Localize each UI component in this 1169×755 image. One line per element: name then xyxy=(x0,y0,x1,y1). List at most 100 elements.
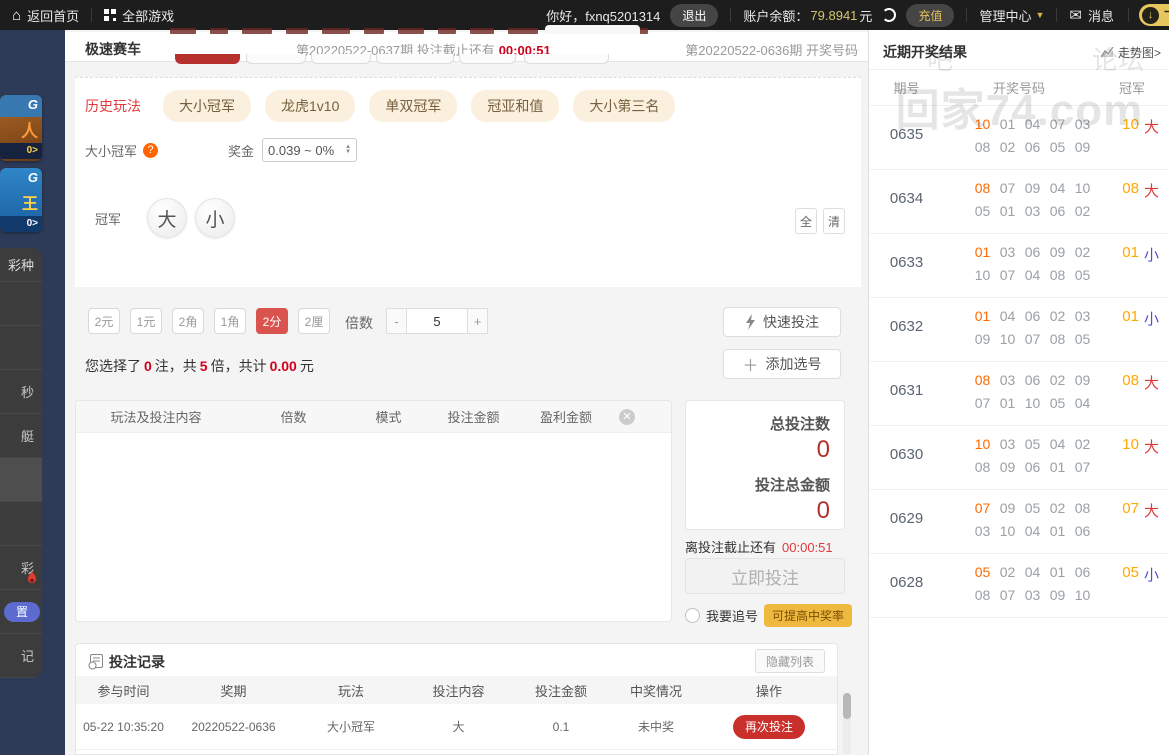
trend-chart-icon xyxy=(1100,47,1114,58)
hide-list-button[interactable]: 隐藏列表 xyxy=(754,649,825,673)
result-numbers-line1: 10 01 04 07 03 xyxy=(974,116,1091,132)
add-numbers-button[interactable]: ＋ 添加选号 xyxy=(723,349,841,379)
recharge-button[interactable]: 充值 xyxy=(906,3,955,27)
multiplier-plus-button[interactable]: + xyxy=(467,308,488,334)
result-number: 04 xyxy=(1024,523,1041,539)
sidebar-item[interactable]: 秒 xyxy=(0,370,42,414)
result-issue: 0630 xyxy=(889,446,924,463)
back-home-label: 返回首页 xyxy=(27,8,80,24)
back-home-button[interactable]: ⌂ 返回首页 xyxy=(0,0,91,30)
select-all-button[interactable]: 全 xyxy=(795,208,817,234)
record-play: 大小冠军 xyxy=(326,720,375,734)
denomination-button[interactable]: 2分 xyxy=(256,308,288,334)
sidebar-item[interactable]: 彩种 xyxy=(0,248,42,282)
game-tab-stub[interactable] xyxy=(376,54,454,64)
result-number: 06 xyxy=(1024,459,1041,475)
bet-list-column: 模式 xyxy=(375,410,402,425)
scrollbar-track[interactable] xyxy=(843,693,851,755)
sidebar-item[interactable] xyxy=(0,282,42,326)
sidebar-item[interactable] xyxy=(0,458,42,502)
close-icon[interactable]: ✕ xyxy=(619,409,635,425)
grid-icon xyxy=(104,9,117,21)
chase-checkbox[interactable] xyxy=(685,608,700,623)
result-number: 10 xyxy=(1074,180,1091,196)
game-tab-stub-active[interactable] xyxy=(175,54,240,64)
result-number: 07 xyxy=(1074,459,1091,475)
bonus-select[interactable]: 0.039 ~ 0% ▲ ▼ xyxy=(262,138,358,162)
result-number: 10 xyxy=(974,436,991,452)
help-icon[interactable]: ? xyxy=(143,142,159,158)
result-number: 03 xyxy=(1074,308,1091,324)
result-number: 10 xyxy=(1024,395,1041,411)
balance-label: 账户余额： xyxy=(743,8,809,24)
play-tab[interactable]: 大小第三名 xyxy=(573,90,676,122)
rebet-button[interactable]: 再次投注 xyxy=(733,714,805,739)
sidebar-item[interactable] xyxy=(0,502,42,546)
result-numbers-line2: 08 02 06 05 09 xyxy=(974,139,1091,155)
champion-type: 小 xyxy=(1143,247,1159,264)
sidebar-item[interactable] xyxy=(0,326,42,370)
multiplier-input[interactable] xyxy=(407,308,467,334)
option-big-button[interactable]: 大 xyxy=(147,198,188,238)
champion-type: 大 xyxy=(1143,183,1159,200)
result-number: 06 xyxy=(1024,139,1041,155)
bet-list-column: 倍数 xyxy=(280,410,307,425)
bet-list-header: 玩法及投注内容 倍数 模式 投注金额 盈利金额 ✕ xyxy=(76,401,671,433)
result-number: 04 xyxy=(999,308,1016,324)
game-tab-stub[interactable] xyxy=(246,54,306,64)
results-rows: 0635 10 01 04 07 03 08 02 06 05 09 10 大 0634 08 0… xyxy=(869,106,1169,618)
result-number: 05 xyxy=(1024,436,1041,452)
result-number: 09 xyxy=(1074,139,1091,155)
promo-cta: 0> xyxy=(0,143,42,159)
result-number: 06 xyxy=(1049,203,1066,219)
side-menu: 彩种秒艇彩置记 xyxy=(0,248,42,678)
download-app-button[interactable]: ↓ 下 xyxy=(1138,4,1169,26)
result-number: 07 xyxy=(1024,331,1041,347)
sidebar-pill-item[interactable]: 置 xyxy=(4,601,40,622)
logout-button[interactable]: 退出 xyxy=(670,3,719,27)
bet-records-columns: 参与时间 奖期 玩法 投注内容 投注金额 中奖情况 操作 xyxy=(76,676,837,704)
denomination-button[interactable]: 2角 xyxy=(172,308,204,334)
play-tab[interactable]: 冠亚和值 xyxy=(471,90,560,122)
clear-button[interactable]: 清 xyxy=(823,208,845,234)
history-plays-link[interactable]: 历史玩法 xyxy=(85,96,141,116)
denomination-button[interactable]: 2厘 xyxy=(298,308,330,334)
quick-bet-button[interactable]: 快速投注 xyxy=(723,307,841,337)
play-tab[interactable]: 龙虎1v10 xyxy=(265,90,356,122)
play-tab[interactable]: 大小冠军 xyxy=(163,90,251,122)
result-champion: 10 大 xyxy=(1122,116,1159,137)
denomination-button[interactable]: 1角 xyxy=(214,308,246,334)
flame-icon xyxy=(28,571,36,583)
submit-bet-button[interactable]: 立即投注 xyxy=(685,558,845,594)
messages-button[interactable]: 消息 xyxy=(1082,6,1128,25)
denomination-button[interactable]: 1元 xyxy=(130,308,162,334)
play-panel: 历史玩法 大小冠军 龙虎1v10 单双冠军 冠亚和值 大小第三名 大小冠军 ? 奖金 0… xyxy=(75,77,861,287)
refresh-balance-icon[interactable] xyxy=(882,8,897,22)
sidebar-item[interactable]: 记 xyxy=(0,634,42,678)
multiplier-minus-button[interactable]: - xyxy=(386,308,407,334)
sidebar-item[interactable]: 置 xyxy=(0,590,42,634)
scrollbar-thumb[interactable] xyxy=(843,693,851,719)
game-tab-stub[interactable] xyxy=(459,54,516,64)
game-tab-stub[interactable] xyxy=(524,54,609,64)
result-numbers-line1: 05 02 04 01 06 xyxy=(974,564,1091,580)
denomination-button[interactable]: 2元 xyxy=(88,308,120,334)
promo-banner-2[interactable]: G 王 0> xyxy=(0,168,42,232)
game-title: 极速赛车 xyxy=(85,41,141,57)
trend-chart-link[interactable]: 走势图> xyxy=(1100,44,1161,61)
promo-banner-1[interactable]: G 人 0> xyxy=(0,95,42,161)
admin-center-menu[interactable]: 管理中心 xyxy=(979,6,1031,25)
result-number: 07 xyxy=(999,587,1016,603)
result-row: 0629 07 09 05 02 08 03 10 04 01 06 07 大 xyxy=(869,490,1169,554)
all-games-button[interactable]: 全部游戏 xyxy=(92,0,186,30)
select-all-clear: 全 清 xyxy=(795,208,845,234)
play-tab[interactable]: 单双冠军 xyxy=(369,90,458,122)
champion-label: 冠军 xyxy=(95,211,122,227)
sidebar-item[interactable]: 艇 xyxy=(0,414,42,458)
total-amount-label: 投注总金额 xyxy=(754,477,830,494)
results-columns: 期号 开奖号码 冠军 xyxy=(869,70,1169,106)
option-small-button[interactable]: 小 xyxy=(195,198,236,238)
sidebar-item[interactable]: 彩 xyxy=(0,546,42,590)
result-number: 06 xyxy=(1024,244,1041,260)
game-tab-stub[interactable] xyxy=(311,54,371,64)
